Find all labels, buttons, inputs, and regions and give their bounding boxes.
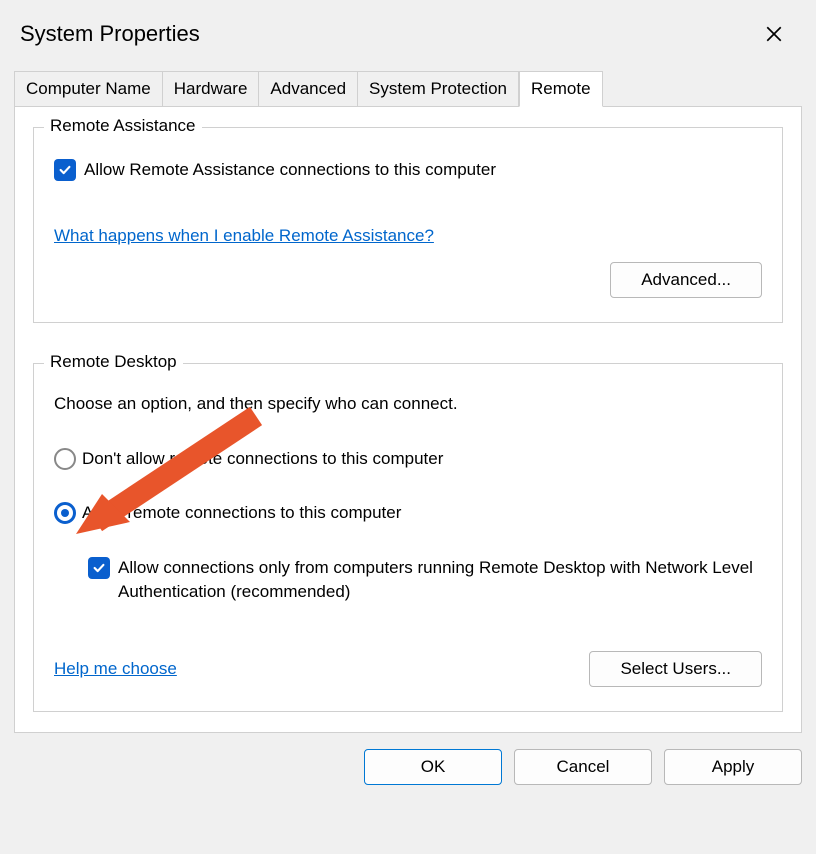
dialog-button-row: OK Cancel Apply [0,733,816,799]
allow-remote-connections-row[interactable]: Allow remote connections to this compute… [54,502,762,524]
nla-checkbox[interactable] [88,557,110,579]
close-icon [765,25,783,43]
remote-assistance-legend: Remote Assistance [44,116,202,136]
window-title: System Properties [20,21,200,47]
remote-tab-panel: Remote Assistance Allow Remote Assistanc… [14,106,802,733]
tab-advanced[interactable]: Advanced [259,71,358,107]
help-me-choose-link[interactable]: Help me choose [54,659,177,679]
allow-remote-assistance-label: Allow Remote Assistance connections to t… [84,158,496,182]
remote-assistance-group: Remote Assistance Allow Remote Assistanc… [33,127,783,323]
allow-remote-connections-radio[interactable] [54,502,76,524]
deny-remote-connections-row[interactable]: Don't allow remote connections to this c… [54,448,762,470]
nla-checkbox-row[interactable]: Allow connections only from computers ru… [88,556,762,604]
remote-assistance-help-link[interactable]: What happens when I enable Remote Assist… [54,226,762,246]
allow-remote-assistance-row[interactable]: Allow Remote Assistance connections to t… [54,158,762,182]
nla-label: Allow connections only from computers ru… [118,556,762,604]
deny-remote-connections-radio[interactable] [54,448,76,470]
remote-desktop-group: Remote Desktop Choose an option, and the… [33,363,783,713]
tab-strip: Computer Name Hardware Advanced System P… [0,70,816,106]
remote-desktop-legend: Remote Desktop [44,352,183,372]
tab-hardware[interactable]: Hardware [163,71,260,107]
checkmark-icon [92,561,106,575]
ok-button[interactable]: OK [364,749,502,785]
deny-remote-connections-label: Don't allow remote connections to this c… [82,449,443,469]
remote-assistance-advanced-button[interactable]: Advanced... [610,262,762,298]
apply-button[interactable]: Apply [664,749,802,785]
tab-remote[interactable]: Remote [519,71,603,107]
close-button[interactable] [752,16,796,52]
annotation-arrow-icon [68,398,268,558]
checkmark-icon [58,163,72,177]
tab-computer-name[interactable]: Computer Name [14,71,163,107]
system-properties-dialog: System Properties Computer Name Hardware… [0,0,816,854]
select-users-button[interactable]: Select Users... [589,651,762,687]
tab-system-protection[interactable]: System Protection [358,71,519,107]
titlebar: System Properties [0,0,816,70]
allow-remote-assistance-checkbox[interactable] [54,159,76,181]
cancel-button[interactable]: Cancel [514,749,652,785]
allow-remote-connections-label: Allow remote connections to this compute… [82,503,401,523]
remote-desktop-instruction: Choose an option, and then specify who c… [54,394,762,414]
